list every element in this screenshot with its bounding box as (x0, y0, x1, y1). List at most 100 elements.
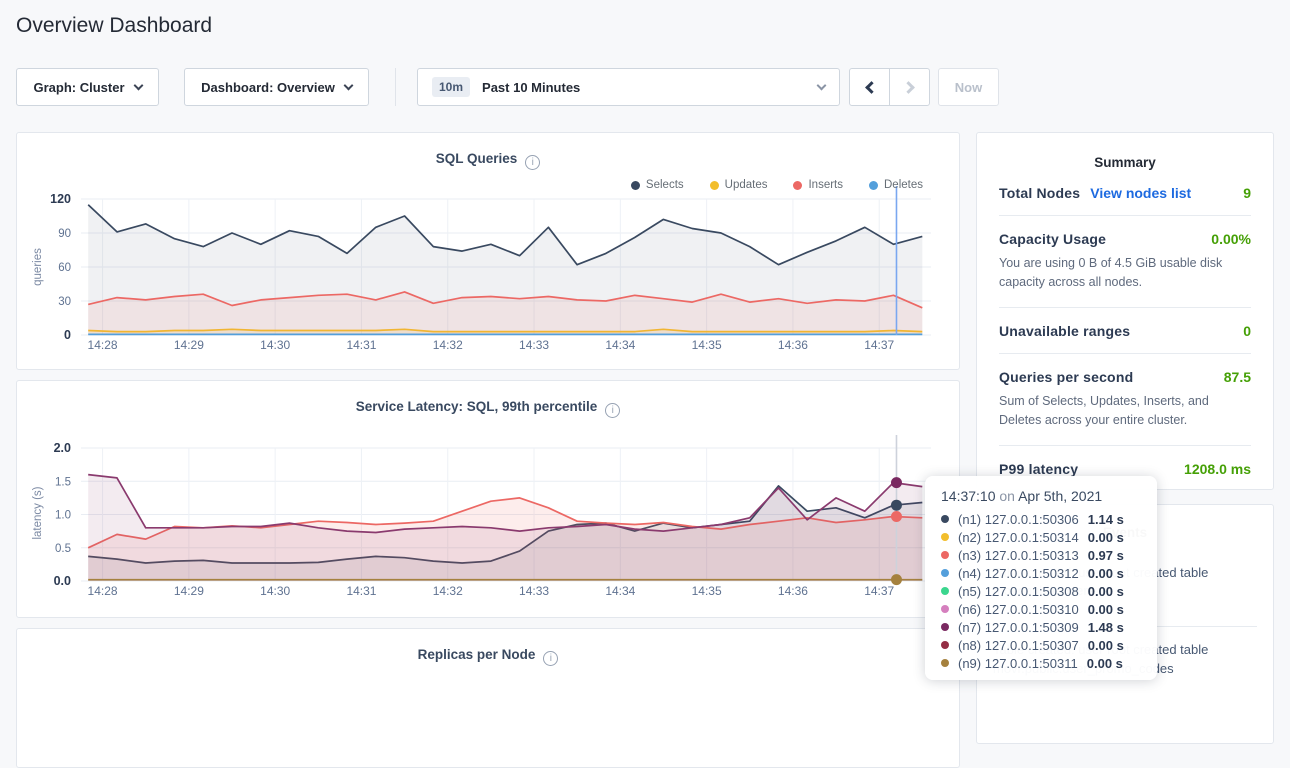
y-tick-label: 0.0 (54, 574, 71, 588)
page-title: Overview Dashboard (16, 14, 212, 38)
node-address: (n5) 127.0.0.1:50308 (958, 584, 1079, 599)
tooltip-date: Apr 5th, 2021 (1018, 488, 1102, 504)
x-tick-label: 14:36 (778, 338, 808, 352)
graph-dropdown[interactable]: Graph: Cluster (16, 68, 159, 106)
y-tick-label: 90 (58, 228, 71, 240)
node-latency-value: 1.48 s (1088, 620, 1124, 635)
tooltip-rows: (n1) 127.0.0.1:503061.14 s(n2) 127.0.0.1… (941, 510, 1143, 672)
legend-item-updates[interactable]: Updates (710, 179, 768, 191)
x-tick-label: 14:35 (692, 584, 722, 598)
x-tick-label: 14:29 (174, 338, 204, 352)
legend-label: Inserts (808, 179, 843, 191)
x-tick-label: 14:32 (433, 584, 463, 598)
legend-dot (631, 181, 640, 190)
summary-metric-label: P99 latency (999, 461, 1078, 477)
y-axis-label: queries (32, 222, 44, 312)
legend-dot (793, 181, 802, 190)
info-icon[interactable]: i (605, 403, 620, 418)
node-latency-value: 0.00 s (1088, 530, 1124, 545)
time-prev-button[interactable] (849, 68, 890, 106)
tooltip-connector: on (999, 488, 1015, 504)
hover-point-dot (891, 574, 902, 585)
tooltip-node-row: (n5) 127.0.0.1:50308 0.00 s (941, 582, 1143, 600)
service-latency-title: Service Latency: SQL, 99th percentilei (17, 399, 959, 418)
series-color-dot (941, 641, 949, 649)
x-tick-label: 14:34 (605, 584, 635, 598)
legend-label: Selects (646, 179, 684, 191)
summary-row: Unavailable ranges0 (999, 308, 1251, 354)
x-tick-label: 14:33 (519, 338, 549, 352)
node-latency-value: 0.00 s (1088, 638, 1124, 653)
chevron-down-icon (133, 80, 143, 90)
series-color-dot (941, 587, 949, 595)
legend-item-inserts[interactable]: Inserts (793, 179, 843, 191)
node-address: (n7) 127.0.0.1:50309 (958, 620, 1079, 635)
dashboard-dropdown[interactable]: Dashboard: Overview (184, 68, 369, 106)
node-address: (n8) 127.0.0.1:50307 (958, 638, 1079, 653)
x-tick-label: 14:30 (260, 338, 290, 352)
overview-dashboard-page: Overview Dashboard Graph: Cluster Dashbo… (0, 0, 1290, 689)
info-icon[interactable]: i (543, 651, 558, 666)
time-range-dropdown[interactable]: 10m Past 10 Minutes (417, 68, 840, 106)
sql-queries-title: SQL Queriesi (17, 151, 959, 170)
hover-point-dot (891, 500, 902, 511)
chart-legend: Selects Updates Inserts Deletes (631, 179, 923, 191)
summary-metric-value: 87.5 (1224, 369, 1251, 385)
summary-metric-value: 9 (1243, 185, 1251, 201)
node-address: (n1) 127.0.0.1:50306 (958, 512, 1079, 527)
chart-title-text: Replicas per Node (418, 647, 536, 662)
legend-item-selects[interactable]: Selects (631, 179, 684, 191)
tooltip-timestamp: 14:37:10 on Apr 5th, 2021 (941, 488, 1143, 504)
node-latency-value: 0.00 s (1088, 602, 1124, 617)
node-latency-value: 0.97 s (1088, 548, 1124, 563)
y-axis-label: latency (s) (32, 468, 44, 558)
tooltip-node-row: (n9) 127.0.0.1:503110.00 s (941, 654, 1143, 672)
summary-metric-description: You are using 0 B of 4.5 GiB usable disk… (999, 254, 1251, 293)
summary-row: Total Nodes View nodes list 9 (999, 170, 1251, 216)
summary-metric-value: 1208.0 ms (1184, 461, 1251, 477)
summary-metric-label: Total Nodes (999, 185, 1080, 201)
now-button[interactable]: Now (938, 68, 999, 106)
node-latency-value: 0.00 s (1088, 584, 1124, 599)
y-tick-label: 1.5 (55, 476, 71, 488)
series-color-dot (941, 551, 949, 559)
y-tick-label: 30 (58, 296, 71, 308)
x-tick-label: 14:32 (433, 338, 463, 352)
tooltip-node-row: (n2) 127.0.0.1:50314 0.00 s (941, 528, 1143, 546)
time-range-badge: 10m (432, 77, 470, 97)
y-tick-label: 0.5 (55, 543, 71, 555)
tooltip-node-row: (n4) 127.0.0.1:503120.00 s (941, 564, 1143, 582)
tooltip-node-row: (n8) 127.0.0.1:50307 0.00 s (941, 636, 1143, 654)
tooltip-time: 14:37:10 (941, 488, 996, 504)
service-latency-card: Service Latency: SQL, 99th percentilei l… (16, 380, 960, 618)
summary-metric-label: Capacity Usage (999, 231, 1106, 247)
summary-row: Capacity Usage 0.00% You are using 0 B of … (999, 216, 1251, 308)
node-address: (n9) 127.0.0.1:50311 (958, 656, 1078, 671)
x-tick-label: 14:36 (778, 584, 808, 598)
legend-dot (869, 181, 878, 190)
y-tick-label: 0 (64, 328, 71, 342)
summary-metric-value: 0 (1243, 323, 1251, 339)
x-tick-label: 14:28 (88, 584, 118, 598)
chevron-down-icon (817, 80, 827, 90)
time-next-button[interactable] (889, 68, 930, 106)
series-color-dot (941, 623, 949, 631)
x-tick-label: 14:29 (174, 584, 204, 598)
info-icon[interactable]: i (525, 155, 540, 170)
view-nodes-list-link[interactable]: View nodes list (1090, 185, 1191, 201)
legend-item-deletes[interactable]: Deletes (869, 179, 923, 191)
chart-hover-tooltip: 14:37:10 on Apr 5th, 2021 (n1) 127.0.0.1… (925, 476, 1157, 680)
sql-queries-card: SQL Queriesi Selects Updates Inserts Delete… (16, 132, 960, 370)
node-latency-value: 0.00 s (1088, 566, 1124, 581)
node-address: (n2) 127.0.0.1:50314 (958, 530, 1079, 545)
tooltip-node-row: (n7) 127.0.0.1:50309 1.48 s (941, 618, 1143, 636)
x-tick-label: 14:34 (605, 338, 635, 352)
series-color-dot (941, 605, 949, 613)
series-color-dot (941, 569, 949, 577)
x-tick-label: 14:28 (88, 338, 118, 352)
summary-metric-value: 0.00% (1211, 231, 1251, 247)
summary-row: Queries per second87.5Sum of Selects, Up… (999, 354, 1251, 446)
graph-dropdown-label: Graph: Cluster (33, 80, 124, 95)
x-tick-label: 14:37 (864, 584, 894, 598)
tooltip-node-row: (n3) 127.0.0.1:503130.97 s (941, 546, 1143, 564)
